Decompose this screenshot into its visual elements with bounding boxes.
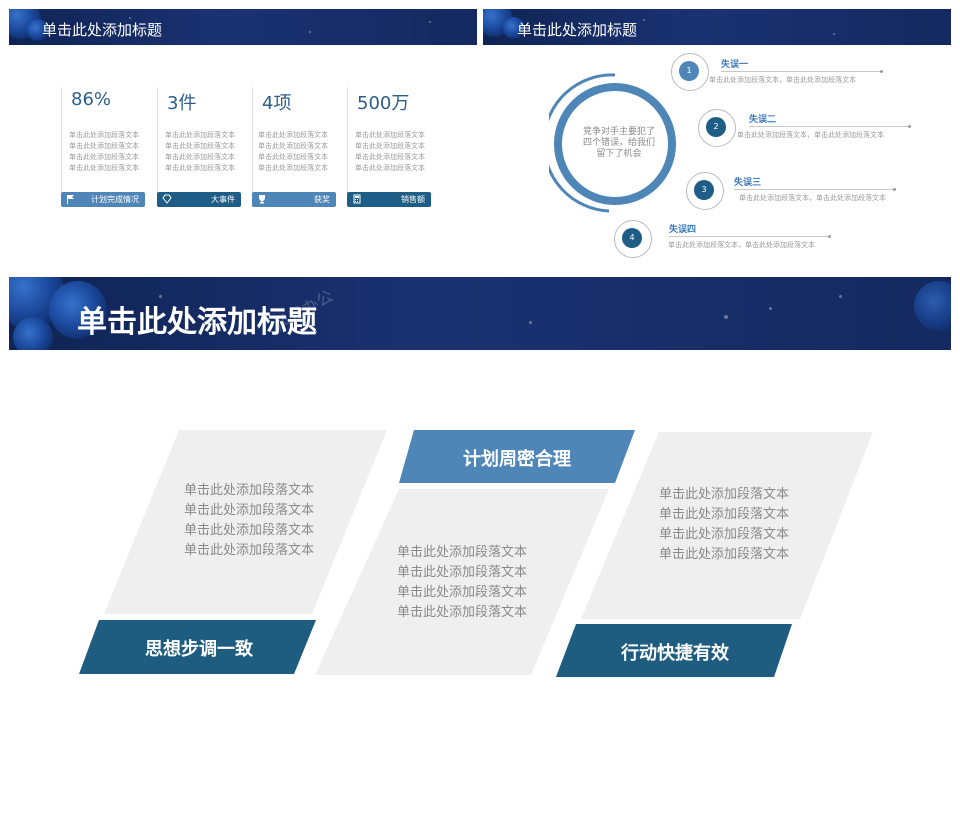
- panel-2-tag[interactable]: 计划周密合理: [437, 445, 597, 471]
- slide-principles: 风云办公 单击此处添加标题 单击此处添加段落文本 单击此处添加段落文本 单击此处添…: [9, 277, 951, 807]
- panel-1-tag[interactable]: 思想步调一致: [119, 635, 279, 661]
- kpi-badge[interactable]: 销售额: [347, 192, 431, 207]
- mistake-title: 失误一: [721, 60, 749, 70]
- panel-3-text: 单击此处添加段落文本 单击此处添加段落文本 单击此处添加段落文本 单击此处添加段落文…: [658, 487, 789, 562]
- mistake-number: 4: [622, 228, 642, 248]
- slide-mistakes: 单击此处添加标题 竞争对手主要犯了 四个错误，给我们 留下了机会 1 失误一 单…: [483, 9, 951, 267]
- kpi-column: 4项 单击此处添加段落文本 单击此处添加段落文本 单击此处添加段落文本 单击此处添加…: [252, 87, 344, 209]
- slide-kpi-banner: 单击此处添加标题: [9, 9, 477, 45]
- flag-icon: [67, 195, 74, 204]
- mistake-number: 1: [679, 61, 699, 81]
- mistake-title: 失误四: [669, 225, 697, 235]
- panel-2-text: 单击此处添加段落文本 单击此处添加段落文本 单击此处添加段落文本 单击此处添加段落文…: [396, 545, 527, 620]
- slide-title[interactable]: 单击此处添加标题: [42, 19, 162, 40]
- mistake-desc: 单击此处添加段落文本，单击此处添加段落文本: [668, 241, 815, 249]
- calculator-icon: [353, 194, 361, 204]
- mistake-desc: 单击此处添加段落文本，单击此处添加段落文本: [737, 131, 884, 139]
- mistake-title: 失误二: [749, 115, 777, 125]
- mistake-desc: 单击此处添加段落文本，单击此处添加段落文本: [739, 194, 886, 202]
- mistake-desc: 单击此处添加段落文本，单击此处添加段落文本: [709, 76, 856, 84]
- slide-kpi: 单击此处添加标题 86% 单击此处添加段落文本 单击此处添加段落文本 单击此处添加…: [9, 9, 477, 267]
- kpi-column: 86% 单击此处添加段落文本 单击此处添加段落文本 单击此处添加段落文本 单击此处添…: [61, 87, 153, 209]
- kpi-badge[interactable]: 大事件: [157, 192, 241, 207]
- slide-title[interactable]: 单击此处添加标题: [517, 19, 637, 40]
- kpi-text: 单击此处添加段落文本 单击此处添加段落文本 单击此处添加段落文本 单击此处添加段落文…: [69, 131, 139, 172]
- kpi-value: 3件: [167, 93, 197, 114]
- mistake-number: 3: [694, 180, 714, 200]
- diamond-icon: [162, 194, 172, 204]
- kpi-text: 单击此处添加段落文本 单击此处添加段落文本 单击此处添加段落文本 单击此处添加段落文…: [165, 131, 235, 172]
- slide-mistakes-banner: 单击此处添加标题: [483, 9, 951, 45]
- kpi-value: 86%: [71, 89, 112, 110]
- mistake-title: 失误三: [734, 178, 762, 188]
- kpi-column: 3件 单击此处添加段落文本 单击此处添加段落文本 单击此处添加段落文本 单击此处添加…: [157, 87, 249, 209]
- kpi-column: 500万 单击此处添加段落文本 单击此处添加段落文本 单击此处添加段落文本 单击此处…: [347, 87, 439, 209]
- kpi-value: 4项: [262, 93, 292, 114]
- kpi-value: 500万: [357, 93, 410, 114]
- kpi-badge[interactable]: 计划完成情况: [61, 192, 145, 207]
- kpi-text: 单击此处添加段落文本 单击此处添加段落文本 单击此处添加段落文本 单击此处添加段落文…: [355, 131, 425, 172]
- center-text: 竞争对手主要犯了 四个错误，给我们 留下了机会: [582, 127, 655, 159]
- panel-3-tag[interactable]: 行动快捷有效: [595, 639, 755, 665]
- kpi-badge[interactable]: 获奖: [252, 192, 336, 207]
- parallelogram-panels: [79, 430, 873, 677]
- trophy-icon: [259, 195, 265, 204]
- panel-1-text: 单击此处添加段落文本 单击此处添加段落文本 单击此处添加段落文本 单击此处添加段落文…: [183, 483, 314, 558]
- kpi-text: 单击此处添加段落文本 单击此处添加段落文本 单击此处添加段落文本 单击此处添加段落文…: [258, 131, 328, 172]
- mistake-number: 2: [706, 117, 726, 137]
